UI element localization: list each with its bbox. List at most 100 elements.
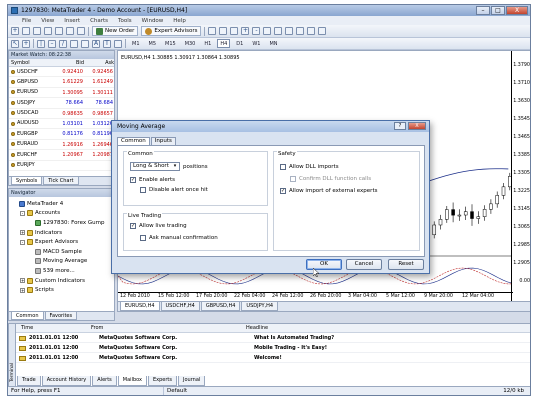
profiles-icon[interactable] (22, 27, 30, 35)
navigator-item[interactable]: MetaTrader 4 (9, 199, 114, 209)
auto-scroll-icon[interactable] (274, 27, 283, 35)
market-watch-row[interactable]: EURJPY (9, 161, 114, 171)
terminal-tab[interactable]: Account History (41, 376, 92, 386)
vertical-line-icon[interactable]: | (37, 39, 45, 48)
strategy-tester-icon[interactable] (77, 27, 85, 35)
expand-icon[interactable]: + (20, 230, 25, 236)
market-watch-row[interactable]: USDCAD 0.98635 0.98657 (9, 109, 114, 119)
navigator-item[interactable]: Moving Average (9, 257, 114, 267)
terminal-tab[interactable]: Journal (178, 376, 206, 386)
dialog-close-button[interactable]: X (408, 122, 426, 130)
enable-alerts-checkbox[interactable]: ✓ (130, 177, 136, 183)
timeframe-m15[interactable]: M15 (162, 39, 179, 48)
terminal-tab[interactable]: Trade (17, 376, 41, 386)
tab-common[interactable]: Common (117, 137, 150, 145)
expand-icon[interactable]: + (20, 278, 25, 284)
data-window-icon[interactable] (44, 27, 52, 35)
timeframe-m5[interactable]: M5 (146, 39, 160, 48)
menu-insert[interactable]: Insert (64, 18, 80, 24)
expand-icon[interactable]: + (20, 287, 25, 293)
chart-tab-gbpusd[interactable]: GBPUSD,H4 (200, 302, 241, 311)
chart-tab-usdjpy[interactable]: USDJPY,H4 (241, 302, 279, 311)
channel-icon[interactable] (70, 39, 78, 48)
maximize-button[interactable]: □ (491, 6, 505, 15)
column-symbol[interactable]: Symbol (9, 59, 54, 66)
trendline-icon[interactable]: / (59, 39, 67, 48)
navigator-item[interactable]: 1297830: Forex Gump (9, 218, 114, 228)
templates-icon[interactable] (318, 27, 327, 35)
market-watch-row[interactable]: EURGBP 0.81176 0.81196 (9, 129, 114, 140)
navigator-item[interactable]: + Custom Indicators (9, 276, 114, 286)
market-watch-icon[interactable] (33, 27, 41, 35)
candlestick-icon[interactable] (219, 27, 228, 35)
market-watch-row[interactable]: EURAUD 1.26916 1.26946 (9, 140, 114, 151)
new-chart-icon[interactable]: + (11, 27, 19, 35)
allow-live-checkbox[interactable]: ✓ (130, 223, 136, 229)
timeframe-m30[interactable]: M30 (182, 39, 199, 48)
mailbox-row[interactable]: 2011.01.01 12:00 MetaQuotes Software Corp… (9, 333, 530, 343)
new-order-button[interactable]: New Order (92, 26, 139, 36)
market-watch-row[interactable]: AUDUSD 1.03101 1.03126 (9, 119, 114, 130)
mailbox-row[interactable]: 2011.01.01 12:00 MetaQuotes Software Corp… (9, 353, 530, 363)
column-time[interactable]: Time (21, 324, 91, 332)
help-button[interactable]: ? (394, 122, 406, 130)
column-from[interactable]: From (91, 324, 246, 332)
terminal-tab[interactable]: Mailbox (117, 376, 147, 386)
ask-manual-checkbox[interactable] (140, 235, 146, 241)
market-watch-row[interactable]: EURCHF 1.20967 1.20987 (9, 150, 114, 161)
expand-icon[interactable]: - (20, 239, 25, 245)
allow-external-checkbox[interactable]: ✓ (280, 188, 286, 194)
allow-dll-checkbox[interactable] (280, 164, 286, 170)
timeframe-mn[interactable]: MN (266, 39, 280, 48)
disable-alert-checkbox[interactable] (140, 187, 146, 193)
text-tool-icon[interactable]: A (92, 39, 100, 48)
fibonacci-icon[interactable] (81, 39, 89, 48)
timeframe-w1[interactable]: W1 (249, 39, 263, 48)
timeframe-h4[interactable]: H4 (217, 39, 231, 48)
timeframe-m1[interactable]: M1 (129, 39, 143, 48)
column-bid[interactable]: Bid (54, 59, 84, 66)
navigator-icon[interactable] (55, 27, 63, 35)
horizontal-line-icon[interactable]: – (48, 39, 56, 48)
market-watch-row[interactable]: USDJPY 78.664 78.684 (9, 98, 114, 109)
expand-icon[interactable]: - (20, 210, 25, 216)
indicators-icon[interactable] (296, 27, 305, 35)
expert-advisors-button[interactable]: Expert Advisors (141, 26, 202, 36)
close-button[interactable]: X (506, 6, 528, 15)
navigator-item[interactable]: + Scripts (9, 285, 114, 295)
navigator-item[interactable]: - Accounts (9, 209, 114, 219)
timeframe-d1[interactable]: D1 (233, 39, 246, 48)
terminal-tab[interactable]: Alerts (92, 376, 117, 386)
terminal-icon[interactable] (66, 27, 74, 35)
chart-tab-usdchf[interactable]: USDCHF,H4 (160, 302, 200, 311)
periods-icon[interactable] (307, 27, 316, 35)
terminal-tab[interactable]: Experts (148, 376, 177, 386)
menu-window[interactable]: Window (142, 18, 164, 24)
cursor-icon[interactable]: ↖ (11, 39, 19, 48)
navigator-item[interactable]: + Indicators (9, 228, 114, 238)
column-headline[interactable]: Headline (246, 324, 496, 332)
menu-tools[interactable]: Tools (118, 18, 132, 24)
bar-chart-icon[interactable] (208, 27, 217, 35)
tab-tick-chart[interactable]: Tick Chart (43, 177, 79, 185)
reset-button[interactable]: Reset (388, 259, 424, 270)
navigator-item[interactable]: - Expert Advisors (9, 237, 114, 247)
tab-symbols[interactable]: Symbols (11, 177, 43, 185)
arrows-icon[interactable] (114, 39, 122, 48)
market-watch-row[interactable]: GBPUSD 1.61229 1.61249 (9, 77, 114, 88)
ok-button[interactable]: OK (306, 259, 342, 270)
tile-windows-icon[interactable] (263, 27, 272, 35)
tab-favorites[interactable]: Favorites (44, 312, 78, 320)
navigator-item[interactable]: MACD Sample (9, 247, 114, 257)
menu-view[interactable]: View (41, 18, 54, 24)
timeframe-h1[interactable]: H1 (201, 39, 214, 48)
crosshair-icon[interactable]: + (22, 39, 30, 48)
menu-file[interactable]: File (22, 18, 31, 24)
market-watch-row[interactable]: USDCHF 0.92410 0.92456 (9, 67, 114, 78)
mailbox-row[interactable]: 2011.01.01 12:00 MetaQuotes Software Corp… (9, 343, 530, 353)
menu-charts[interactable]: Charts (90, 18, 108, 24)
text-label-icon[interactable]: T (103, 39, 111, 48)
zoom-in-icon[interactable]: + (241, 27, 250, 35)
chart-tab-eurusd[interactable]: EURUSD,H4 (120, 302, 160, 311)
column-ask[interactable]: Ask (84, 59, 114, 66)
